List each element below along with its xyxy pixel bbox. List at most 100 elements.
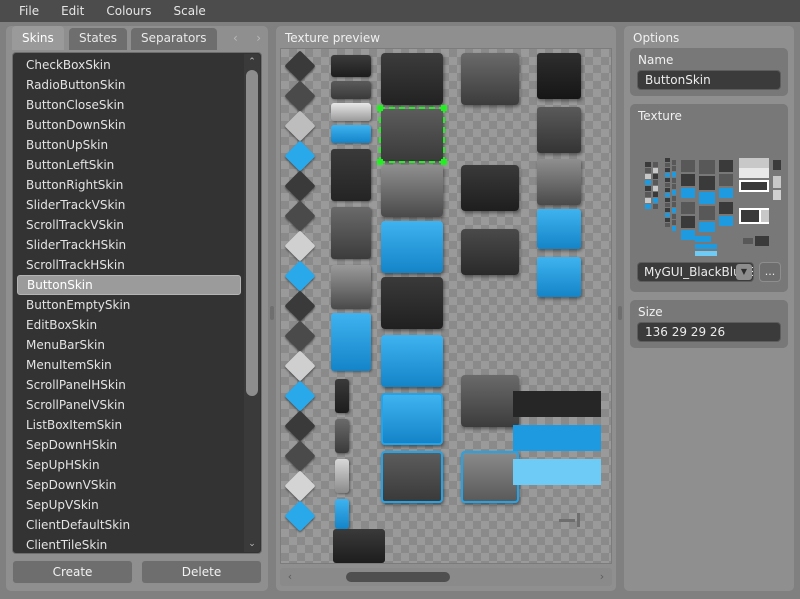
selection-handle[interactable] [441, 159, 447, 165]
atlas-bar-sprite[interactable] [335, 379, 349, 413]
menu-item-edit[interactable]: Edit [50, 1, 95, 21]
scroll-up-icon[interactable]: ⌃ [245, 55, 259, 69]
list-item[interactable]: ScrollPanelVSkin [17, 395, 241, 415]
atlas-arrow-sprite[interactable] [284, 320, 315, 351]
atlas-button-sprite[interactable] [537, 107, 581, 153]
list-item[interactable]: SepDownHSkin [17, 435, 241, 455]
atlas-flat-bar[interactable] [513, 391, 601, 417]
texture-thumbnail[interactable] [637, 128, 781, 256]
list-item[interactable]: ButtonEmptySkin [17, 295, 241, 315]
list-item[interactable]: ButtonLeftSkin [17, 155, 241, 175]
menu-item-colours[interactable]: Colours [95, 1, 162, 21]
left-splitter-handle[interactable] [270, 306, 274, 320]
tab-next-icon[interactable]: › [254, 32, 263, 44]
atlas-button-sprite[interactable] [381, 335, 443, 387]
texture-hscrollbar[interactable]: ‹ › [280, 568, 612, 586]
tab-separators[interactable]: Separators [131, 28, 217, 50]
tab-skins[interactable]: Skins [12, 26, 64, 50]
list-item[interactable]: SliderTrackHSkin [17, 235, 241, 255]
list-item[interactable]: ClientTileSkin [17, 535, 241, 554]
atlas-arrow-sprite[interactable] [284, 200, 315, 231]
list-item[interactable]: SliderTrackVSkin [17, 195, 241, 215]
atlas-arrow-sprite[interactable] [284, 140, 315, 171]
atlas-tiny-glyph[interactable] [577, 513, 580, 527]
selection-handle[interactable] [377, 105, 383, 111]
hscroll-left-icon[interactable]: ‹ [283, 570, 297, 584]
atlas-bar-sprite[interactable] [331, 207, 371, 259]
atlas-bar-sprite[interactable] [331, 313, 371, 371]
atlas-bar-sprite[interactable] [333, 529, 385, 563]
list-item-selected[interactable]: ButtonSkin [17, 275, 241, 295]
atlas-arrow-sprite[interactable] [284, 170, 315, 201]
list-item[interactable]: ListBoxItemSkin [17, 415, 241, 435]
list-item[interactable]: ClientDefaultSkin [17, 515, 241, 535]
atlas-arrow-sprite[interactable] [284, 110, 315, 141]
atlas-button-sprite[interactable] [381, 53, 443, 105]
list-item[interactable]: SepDownVSkin [17, 475, 241, 495]
atlas-arrow-sprite[interactable] [284, 440, 315, 471]
atlas-arrow-sprite[interactable] [284, 230, 315, 261]
tab-prev-icon[interactable]: ‹ [231, 32, 240, 44]
atlas-bar-sprite[interactable] [331, 81, 371, 99]
menu-item-file[interactable]: File [8, 1, 50, 21]
skin-list[interactable]: CheckBoxSkinRadioButtonSkinButtonCloseSk… [12, 52, 262, 554]
selection-handle[interactable] [441, 105, 447, 111]
atlas-button-sprite[interactable] [537, 159, 581, 205]
atlas-arrow-sprite[interactable] [284, 290, 315, 321]
atlas-bar-sprite[interactable] [331, 55, 371, 77]
atlas-bar-sprite[interactable] [331, 265, 371, 309]
list-item[interactable]: ButtonRightSkin [17, 175, 241, 195]
list-item[interactable]: MenuItemSkin [17, 355, 241, 375]
atlas-bar-sprite[interactable] [335, 499, 349, 529]
list-item[interactable]: ScrollTrackHSkin [17, 255, 241, 275]
atlas-button-sprite[interactable] [461, 451, 519, 503]
tab-states[interactable]: States [69, 28, 127, 50]
atlas-button-sprite[interactable] [381, 165, 443, 217]
right-splitter-handle[interactable] [618, 306, 622, 320]
atlas-arrow-sprite[interactable] [284, 470, 315, 501]
browse-texture-button[interactable]: ... [759, 262, 781, 282]
atlas-button-sprite[interactable] [461, 53, 519, 105]
list-item[interactable]: ButtonDownSkin [17, 115, 241, 135]
atlas-button-sprite[interactable] [537, 53, 581, 99]
menu-item-scale[interactable]: Scale [163, 1, 217, 21]
atlas-button-sprite[interactable] [381, 277, 443, 329]
selection-handle[interactable] [377, 159, 383, 165]
atlas-button-sprite[interactable] [381, 221, 443, 273]
atlas-arrow-sprite[interactable] [284, 80, 315, 111]
list-item[interactable]: SepUpHSkin [17, 455, 241, 475]
atlas-button-sprite[interactable] [537, 257, 581, 297]
atlas-flat-bar[interactable] [513, 459, 601, 485]
atlas-arrow-sprite[interactable] [284, 260, 315, 291]
scrollbar-thumb[interactable] [246, 70, 258, 396]
list-item[interactable]: ScrollPanelHSkin [17, 375, 241, 395]
atlas-button-sprite[interactable] [461, 229, 519, 275]
texture-combobox[interactable]: MyGUI_BlackBlueS ▼ [637, 262, 754, 282]
atlas-arrow-sprite[interactable] [284, 350, 315, 381]
list-item[interactable]: ScrollTrackVSkin [17, 215, 241, 235]
atlas-arrow-sprite[interactable] [284, 50, 315, 81]
atlas-bar-sprite[interactable] [335, 419, 349, 453]
list-item[interactable]: ButtonCloseSkin [17, 95, 241, 115]
atlas-bar-sprite[interactable] [335, 459, 349, 493]
delete-button[interactable]: Delete [141, 560, 262, 584]
list-item[interactable]: CheckBoxSkin [17, 55, 241, 75]
size-input[interactable]: 136 29 29 26 [637, 322, 781, 342]
name-input[interactable]: ButtonSkin [637, 70, 781, 90]
atlas-bar-sprite[interactable] [331, 125, 371, 143]
selection-rectangle[interactable] [379, 107, 445, 163]
atlas-button-sprite[interactable] [381, 393, 443, 445]
list-item[interactable]: MenuBarSkin [17, 335, 241, 355]
atlas-arrow-sprite[interactable] [284, 500, 315, 531]
atlas-button-sprite[interactable] [461, 165, 519, 211]
scroll-down-icon[interactable]: ⌄ [245, 537, 259, 551]
atlas-tiny-glyph[interactable] [559, 519, 575, 522]
list-item[interactable]: SepUpVSkin [17, 495, 241, 515]
atlas-bar-sprite[interactable] [331, 103, 371, 121]
scrollbar-track[interactable] [246, 70, 258, 536]
atlas-arrow-sprite[interactable] [284, 380, 315, 411]
texture-canvas[interactable] [280, 48, 612, 564]
create-button[interactable]: Create [12, 560, 133, 584]
skin-list-scrollbar[interactable]: ⌃ ⌄ [244, 54, 260, 552]
atlas-button-sprite[interactable] [381, 451, 443, 503]
